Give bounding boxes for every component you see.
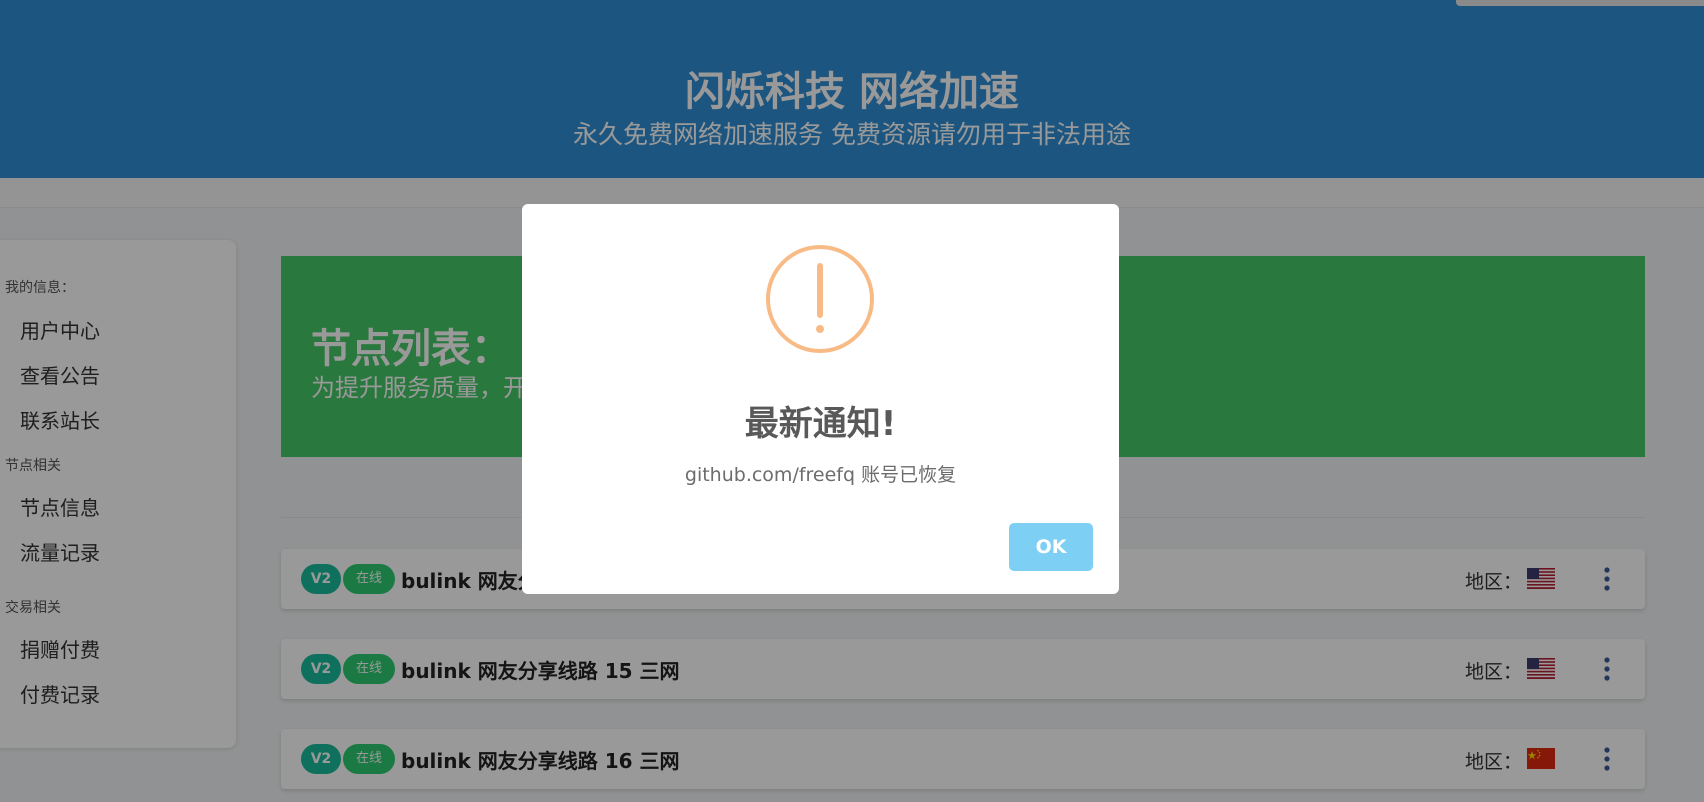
warning-icon	[766, 245, 874, 353]
modal-message: github.com/freefq 账号已恢复	[684, 464, 957, 486]
notification-modal: 最新通知! github.com/freefq 账号已恢复 OK	[522, 204, 1119, 594]
modal-title: 最新通知!	[744, 404, 897, 444]
ok-button[interactable]: OK	[1009, 523, 1093, 571]
